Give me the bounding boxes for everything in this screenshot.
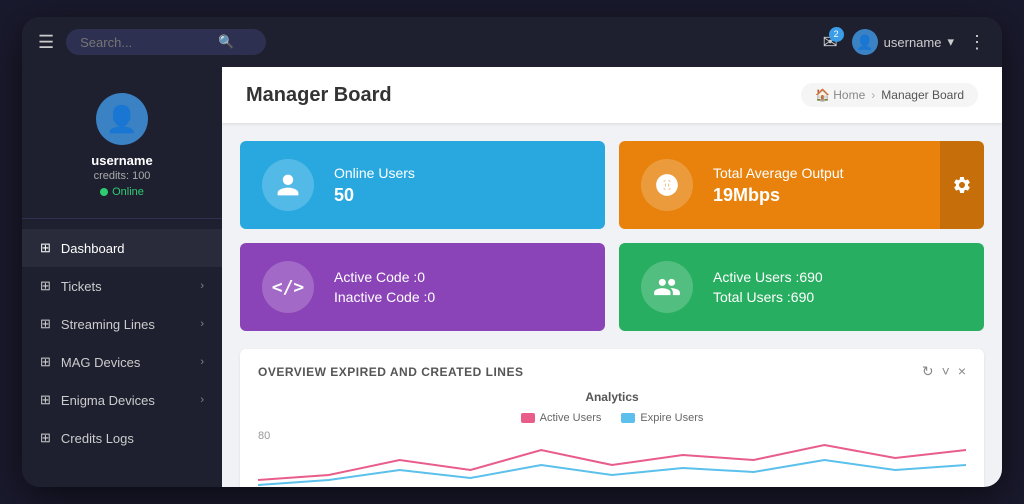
legend-expire-label: Expire Users [640,412,703,424]
chart-title: OVERVIEW EXPIRED AND CREATED LINES [258,365,523,379]
chart-header: OVERVIEW EXPIRED AND CREATED LINES ↻ ˅ × [258,363,966,380]
card-icon-total-output [641,159,693,211]
main-layout: 👤 username credits: 100 Online ⊞ Dashboa… [22,67,1002,487]
sidebar-item-label: Dashboard [61,241,204,256]
sidebar-item-mag-devices[interactable]: ⊞ MAG Devices › [22,343,222,381]
search-icon: 🔍 [218,34,234,50]
chart-legend: Active Users Expire Users [258,412,966,424]
page-title: Manager Board [246,84,392,107]
sidebar-item-streaming-lines[interactable]: ⊞ Streaming Lines › [22,305,222,343]
sidebar-item-label: Credits Logs [61,431,204,446]
chart-controls: ↻ ˅ × [922,363,966,380]
chevron-right-icon: › [200,356,204,368]
sidebar-item-tickets[interactable]: ⊞ Tickets › [22,267,222,305]
tickets-icon: ⊞ [40,278,51,294]
search-box[interactable]: 🔍 [66,29,266,55]
profile-credits: credits: 100 [94,170,151,182]
card-title: Active Users :690 [713,269,823,285]
chevron-right-icon: › [200,394,204,406]
avatar: 👤 [96,93,148,145]
notification-badge: 2 [829,27,844,42]
online-text: Online [112,186,144,198]
legend-active-label: Active Users [540,412,602,424]
legend-active-users: Active Users [521,412,602,424]
legend-expire-users: Expire Users [621,412,703,424]
close-icon[interactable]: × [958,363,966,380]
topbar: ☰ 🔍 ✉ 2 👤 username ▾ ⋮ [22,17,1002,67]
card-online-users: Online Users 50 [240,141,605,229]
card-value: 19Mbps [713,185,844,206]
card-title: Active Code :0 [334,269,435,285]
chart-body: 80 [258,430,966,487]
breadcrumb-separator: › [871,88,875,102]
card-total-output: Total Average Output 19Mbps [619,141,984,229]
card-icon-active-code: </> [262,261,314,313]
sidebar-item-enigma-devices[interactable]: ⊞ Enigma Devices › [22,381,222,419]
avatar: 👤 [852,29,878,55]
more-options-icon[interactable]: ⋮ [968,32,986,53]
topbar-icons: ✉ 2 👤 username ▾ ⋮ [823,29,986,55]
refresh-icon[interactable]: ↻ [922,363,934,380]
content-area: Manager Board 🏠 Home › Manager Board [222,67,1002,487]
card-value2: Inactive Code :0 [334,289,435,305]
chart-svg [258,430,966,487]
card-gear-button[interactable] [940,141,984,229]
chevron-down-icon[interactable]: ˅ [942,363,950,380]
chart-y-label: 80 [258,430,270,442]
device-frame: ☰ 🔍 ✉ 2 👤 username ▾ ⋮ 👤 username [22,17,1002,487]
dashboard-icon: ⊞ [40,240,51,256]
search-input[interactable] [80,35,210,50]
sidebar: 👤 username credits: 100 Online ⊞ Dashboa… [22,67,222,487]
analytics-label: Analytics [258,390,966,404]
content-body: Online Users 50 [222,123,1002,487]
online-dot [100,188,108,196]
sidebar-item-label: MAG Devices [61,355,190,370]
sidebar-profile: 👤 username credits: 100 Online [22,77,222,219]
cards-grid: Online Users 50 [240,141,984,331]
sidebar-nav: ⊞ Dashboard ⊞ Tickets › ⊞ Streaming Line… [22,219,222,487]
legend-expire-dot [621,413,635,423]
breadcrumb-current: Manager Board [881,88,964,102]
chevron-down-icon: ▾ [947,34,954,50]
enigma-icon: ⊞ [40,392,51,408]
card-text-online-users: Online Users 50 [334,165,415,206]
card-active-code: </> Active Code :0 Inactive Code :0 [240,243,605,331]
card-value: 50 [334,185,415,206]
online-status: Online [100,186,144,198]
sidebar-item-dashboard[interactable]: ⊞ Dashboard [22,229,222,267]
mag-icon: ⊞ [40,354,51,370]
card-title: Online Users [334,165,415,181]
username-label: username [884,35,942,50]
chevron-right-icon: › [200,280,204,292]
sidebar-item-credits-logs[interactable]: ⊞ Credits Logs [22,419,222,457]
content-header: Manager Board 🏠 Home › Manager Board [222,67,1002,123]
card-active-users: Active Users :690 Total Users :690 [619,243,984,331]
chart-section: OVERVIEW EXPIRED AND CREATED LINES ↻ ˅ ×… [240,349,984,487]
notifications-button[interactable]: ✉ 2 [823,32,838,53]
card-text-active-users: Active Users :690 Total Users :690 [713,269,823,305]
card-title: Total Average Output [713,165,844,181]
card-icon-online-users [262,159,314,211]
breadcrumb-home[interactable]: 🏠 Home [815,88,865,102]
card-text-total-output: Total Average Output 19Mbps [713,165,844,206]
legend-active-dot [521,413,535,423]
streaming-icon: ⊞ [40,316,51,332]
card-text-active-code: Active Code :0 Inactive Code :0 [334,269,435,305]
sidebar-item-label: Tickets [61,279,190,294]
credits-icon: ⊞ [40,430,51,446]
card-value2: Total Users :690 [713,289,823,305]
sidebar-item-label: Enigma Devices [61,393,190,408]
hamburger-icon[interactable]: ☰ [38,32,54,53]
sidebar-item-label: Streaming Lines [61,317,190,332]
chevron-right-icon: › [200,318,204,330]
user-menu[interactable]: 👤 username ▾ [852,29,954,55]
profile-username: username [91,153,152,168]
card-icon-active-users [641,261,693,313]
breadcrumb: 🏠 Home › Manager Board [801,83,978,107]
